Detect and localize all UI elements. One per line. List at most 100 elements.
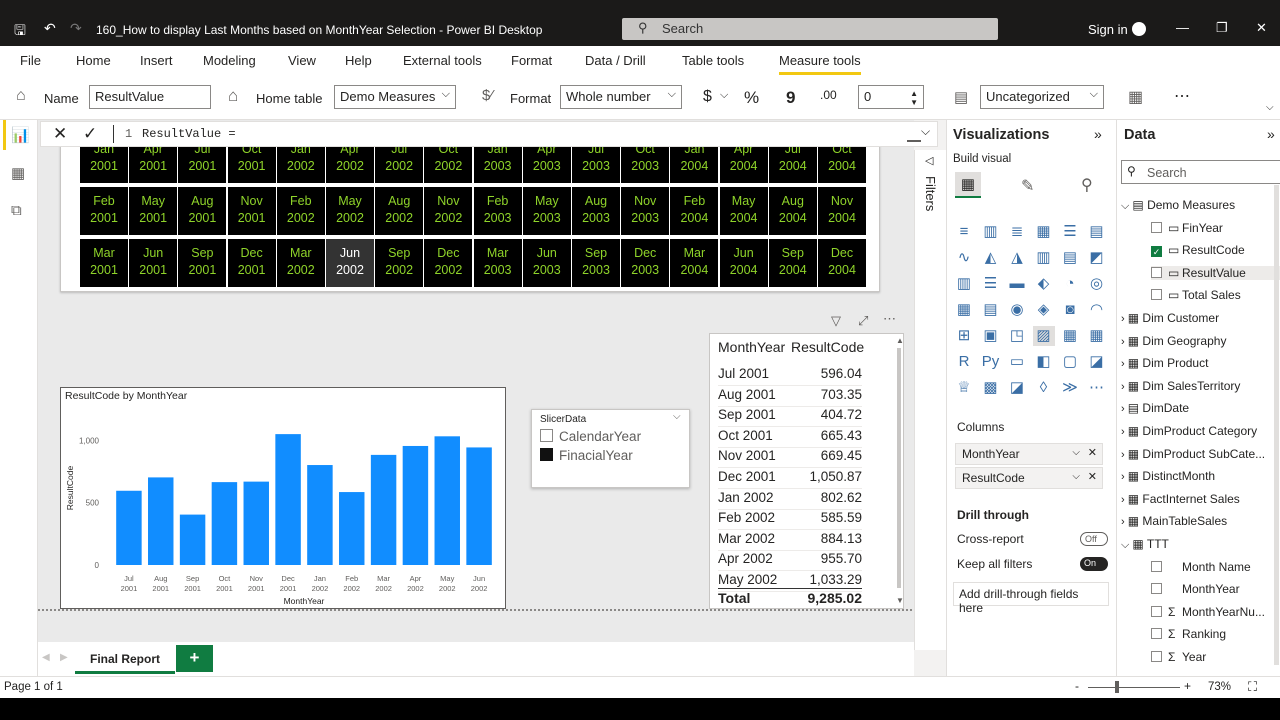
slicer-month-tile[interactable]: May 2004: [719, 187, 768, 235]
focus-mode-icon[interactable]: ⤢: [858, 313, 868, 329]
slicer-item-finacialyear[interactable]: FinacialYear: [540, 448, 633, 463]
chevron-down-icon[interactable]: ⌵: [921, 124, 930, 139]
shape-map-icon[interactable]: ◉: [1006, 300, 1028, 320]
table-row[interactable]: Oct 2001 665.43: [718, 428, 862, 448]
search-box[interactable]: ⚲ Search: [622, 18, 998, 40]
menu-measure-tools[interactable]: Measure tools: [779, 53, 861, 75]
power-automate-icon[interactable]: ◪: [1006, 378, 1028, 398]
slicer-month-tile[interactable]: Nov 2001: [227, 187, 276, 235]
line-chart-icon[interactable]: ∿: [953, 248, 975, 268]
chevron-right-icon[interactable]: ›: [1121, 336, 1128, 348]
stacked-bar-icon[interactable]: ≡: [953, 222, 975, 242]
checkbox[interactable]: [1151, 583, 1162, 595]
funnel-icon[interactable]: ☰: [980, 274, 1002, 294]
chevron-right-icon[interactable]: ›: [1121, 471, 1128, 483]
scroll-up-icon[interactable]: ▲: [896, 336, 904, 345]
home-table-select[interactable]: Demo Measures ⌵: [334, 85, 456, 109]
slicer-month-tile[interactable]: Aug 2001: [178, 187, 227, 235]
data-search-input[interactable]: ⚲ Search: [1121, 160, 1280, 184]
percent-button[interactable]: %: [744, 88, 759, 108]
checkbox[interactable]: [1151, 560, 1162, 572]
zoom-out-button[interactable]: -: [1075, 679, 1079, 693]
column-header-resultcode[interactable]: ResultCode: [791, 339, 864, 355]
slicer-month-tile[interactable]: Feb 2004: [670, 187, 719, 235]
zoom-slider[interactable]: [1088, 687, 1180, 688]
chevron-down-icon[interactable]: ⌵: [673, 411, 681, 422]
slicer-month-tile[interactable]: Mar 2003: [473, 239, 522, 287]
scroll-down-icon[interactable]: ▼: [896, 596, 904, 605]
decomposition-tree-icon[interactable]: ▭: [1006, 352, 1028, 372]
menu-table-tools[interactable]: Table tools: [682, 53, 744, 68]
name-input[interactable]: ResultValue: [89, 85, 211, 109]
table-row[interactable]: Sep 2001 404.72: [718, 407, 862, 428]
slicer-month-tile[interactable]: Aug 2004: [768, 187, 817, 235]
field-node-finyear[interactable]: ▭ FinYear: [1151, 221, 1223, 235]
decimal-places-input[interactable]: 0 ▲ ▼: [858, 85, 924, 109]
table-icon[interactable]: ▨: [1032, 326, 1055, 346]
ribbon-chart-icon[interactable]: ◩: [1086, 248, 1108, 268]
remove-icon[interactable]: ✕: [1088, 446, 1097, 459]
card-icon[interactable]: ◠: [1086, 300, 1108, 320]
slicer-month-tile[interactable]: May 2003: [522, 187, 571, 235]
r-visual-icon[interactable]: ▦: [1086, 326, 1108, 346]
menu-help[interactable]: Help: [345, 53, 372, 68]
table-row[interactable]: Jul 2001 596.04: [718, 366, 862, 386]
menu-home[interactable]: Home: [76, 53, 111, 68]
expand-bar[interactable]: [907, 126, 921, 142]
chevron-right-icon[interactable]: ›: [1121, 516, 1128, 528]
field-node-total-sales[interactable]: ▭ Total Sales: [1151, 288, 1241, 302]
drill-through-well[interactable]: Add drill-through fields here: [953, 582, 1109, 615]
slicer-month-tile[interactable]: Nov 2003: [621, 187, 670, 235]
slicer-month-tile[interactable]: Dec 2002: [424, 239, 473, 287]
slicer-month-tile[interactable]: Nov 2004: [818, 187, 866, 235]
slicer-month-tile[interactable]: Sep 2004: [768, 239, 817, 287]
prev-page-icon[interactable]: ◀: [42, 652, 50, 663]
100-column-icon[interactable]: ▤: [1086, 222, 1108, 242]
remove-icon[interactable]: ✕: [1088, 470, 1097, 483]
table-view-icon[interactable]: ▦: [11, 164, 25, 182]
chevron-down-icon[interactable]: ⌵: [1266, 102, 1274, 113]
field-node-year[interactable]: Σ Year: [1151, 650, 1206, 664]
treemap-icon[interactable]: ◎: [1086, 274, 1108, 294]
matrix-icon[interactable]: ▦: [1059, 326, 1081, 346]
slicer-item-calendaryear[interactable]: CalendarYear: [540, 429, 641, 444]
checkbox-checked[interactable]: [540, 448, 553, 461]
calculator-icon[interactable]: ▦: [1128, 87, 1143, 107]
goals-icon[interactable]: ♕: [953, 378, 975, 398]
chevron-right-icon[interactable]: ›: [1121, 403, 1128, 415]
slicer-month-tile[interactable]: Nov 2002: [424, 187, 473, 235]
field-node-resultvalue[interactable]: ▭ ResultValue: [1151, 265, 1280, 280]
menu-external-tools[interactable]: External tools: [403, 53, 482, 68]
slicer-month-tile[interactable]: Sep 2001: [178, 239, 227, 287]
chevron-right-icon[interactable]: ›: [1121, 494, 1128, 506]
format-select[interactable]: Whole number ⌵: [560, 85, 682, 109]
slicerdata-slicer[interactable]: SlicerData ⌵ CalendarYear FinacialYear: [531, 409, 690, 488]
bar-chart-visual[interactable]: ResultCode by MonthYear 0 500 1,000 ResultC…: [60, 387, 506, 609]
line-column-icon[interactable]: ▥: [1033, 248, 1055, 268]
table-node-maintablesales[interactable]: › ▦ MainTableSales: [1121, 514, 1227, 528]
scrollbar[interactable]: [897, 348, 901, 588]
narrative-icon[interactable]: ▢: [1059, 352, 1081, 372]
chevron-right-icon[interactable]: ›: [1121, 426, 1128, 438]
keep-all-filters-toggle[interactable]: On: [1080, 557, 1108, 571]
dax-expression[interactable]: ResultValue =: [142, 127, 236, 141]
zoom-in-button[interactable]: +: [1184, 679, 1191, 693]
field-node-monthyearnu-[interactable]: Σ MonthYearNu...: [1151, 605, 1265, 619]
menu-view[interactable]: View: [288, 53, 316, 68]
slicer-month-tile[interactable]: Feb 2003: [473, 187, 522, 235]
filter-icon[interactable]: ▽: [831, 313, 841, 329]
python-visual-icon[interactable]: R: [953, 352, 975, 372]
slicer-month-tile[interactable]: Jun 2004: [719, 239, 768, 287]
filters-pane-collapsed[interactable]: ◁ Filters: [914, 150, 946, 650]
collapse-icon[interactable]: »: [1094, 126, 1102, 142]
tab-final-report[interactable]: Final Report: [75, 644, 175, 674]
table-node-dim-product[interactable]: › ▦ Dim Product: [1121, 356, 1208, 370]
line-clustered-icon[interactable]: ▤: [1059, 248, 1081, 268]
column-header-monthyear[interactable]: MonthYear: [718, 339, 785, 355]
qa-icon[interactable]: ◧: [1033, 352, 1055, 372]
map-icon[interactable]: ▦: [953, 300, 975, 320]
sign-in-link[interactable]: Sign in: [1088, 22, 1128, 37]
table-node-dimproduct-category[interactable]: › ▦ DimProduct Category: [1121, 424, 1257, 438]
analytics-icon[interactable]: ⚲: [1081, 175, 1093, 195]
clustered-column-icon[interactable]: ▦: [1033, 222, 1055, 242]
